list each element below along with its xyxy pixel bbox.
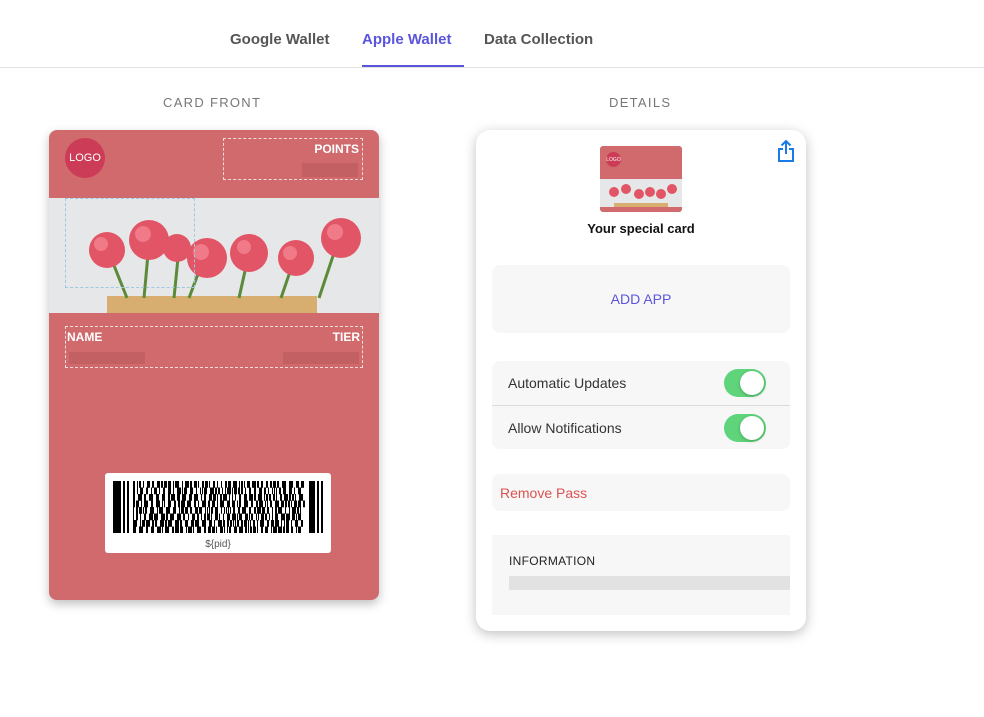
automatic-updates-toggle[interactable]	[724, 369, 766, 397]
remove-pass-button[interactable]: Remove Pass	[492, 474, 790, 511]
points-field[interactable]: POINTS	[223, 138, 363, 180]
toggle-label: Automatic Updates	[508, 375, 627, 391]
toggle-row-allow-notifications: Allow Notifications	[492, 405, 790, 449]
toggle-knob	[740, 416, 764, 440]
points-label: POINTS	[314, 142, 359, 156]
information-section: INFORMATION	[492, 535, 790, 615]
card-front-heading: CARD FRONT	[163, 95, 262, 110]
settings-toggles: Automatic Updates Allow Notifications	[492, 361, 790, 449]
add-app-button[interactable]: ADD APP	[492, 265, 790, 333]
thumbnail-strip-image	[600, 179, 682, 207]
tab-data-collection[interactable]: Data Collection	[484, 31, 593, 48]
strip-image-selection-outline	[65, 198, 195, 288]
details-panel: LOGO Your special card ADD APP Automatic…	[476, 130, 806, 631]
points-value-placeholder	[302, 163, 358, 177]
tier-value-placeholder	[283, 352, 359, 364]
tab-google-wallet[interactable]: Google Wallet	[230, 31, 329, 48]
thumbnail-logo: LOGO	[606, 152, 621, 167]
barcode-text: ${pid}	[205, 539, 231, 550]
active-tab-indicator	[362, 65, 464, 67]
card-thumbnail: LOGO	[600, 146, 682, 212]
card-name: Your special card	[587, 221, 695, 236]
name-tier-fields[interactable]: NAME TIER	[65, 326, 363, 368]
information-value-placeholder	[509, 576, 790, 590]
logo-placeholder[interactable]: LOGO	[65, 138, 105, 178]
tab-bar: Google Wallet Apple Wallet Data Collecti…	[0, 0, 984, 68]
toggle-knob	[740, 371, 764, 395]
pdf417-barcode-image	[113, 481, 323, 533]
card-front-preview: LOGO POINTS NAME TIER ${pid}	[49, 130, 379, 600]
name-label: NAME	[67, 330, 103, 344]
name-value-placeholder	[69, 352, 145, 364]
allow-notifications-toggle[interactable]	[724, 414, 766, 442]
share-icon[interactable]	[776, 139, 796, 163]
barcode[interactable]: ${pid}	[105, 473, 331, 553]
tier-label: TIER	[332, 330, 360, 344]
details-heading: DETAILS	[609, 95, 672, 110]
toggle-label: Allow Notifications	[508, 420, 622, 436]
information-label: INFORMATION	[509, 554, 596, 568]
toggle-row-automatic-updates: Automatic Updates	[492, 361, 790, 405]
tab-apple-wallet[interactable]: Apple Wallet	[362, 31, 451, 48]
